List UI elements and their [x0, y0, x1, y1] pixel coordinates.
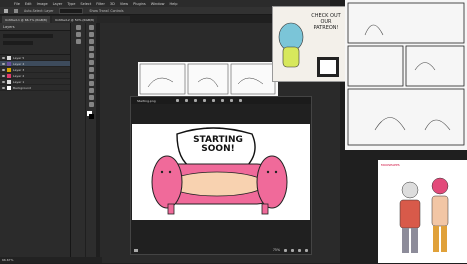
tools-panel — [86, 23, 96, 263]
brush-tool-icon[interactable] — [88, 60, 94, 65]
history-icon[interactable] — [75, 25, 81, 30]
delete-icon[interactable] — [212, 99, 215, 102]
zoom-tool-icon[interactable] — [88, 102, 94, 107]
character-sheet-label: MOOSEAPPS — [381, 163, 400, 167]
menu-image[interactable]: Image — [37, 2, 48, 6]
fullscreen-icon[interactable] — [305, 248, 308, 252]
character-design-image: MOOSEAPPS — [378, 160, 467, 263]
zoom-status: 66.67% — [2, 258, 14, 262]
type-tool-icon[interactable] — [88, 88, 94, 93]
tab-document-2[interactable]: Untitled-2 @ 50% (RGB/8) — [51, 16, 98, 23]
layer-select-dropdown[interactable] — [59, 7, 84, 14]
menu-3d[interactable]: 3D — [110, 2, 115, 6]
viewer-title: Starting.png — [137, 98, 156, 103]
patreon-promo-image: CHECK OUT OUR PATREON! — [272, 6, 346, 82]
zoom-level: 75% — [272, 248, 280, 252]
auto-select-option[interactable]: Auto-Select: Layer — [24, 9, 53, 13]
eye-icon[interactable] — [2, 68, 5, 71]
layer-thumbnail — [7, 67, 11, 72]
eyedropper-tool-icon[interactable] — [88, 53, 94, 58]
document-tabs: Untitled-1 @ 66.7% (RGB/8) Untitled-2 @ … — [0, 16, 130, 23]
layer-name: Layer 2 — [13, 73, 25, 78]
zoom-out-icon[interactable] — [284, 248, 287, 252]
tab-document-1[interactable]: Untitled-1 @ 66.7% (RGB/8) — [2, 16, 50, 23]
eye-icon[interactable] — [2, 80, 5, 83]
eye-icon[interactable] — [2, 62, 5, 65]
brush-settings-icon[interactable] — [75, 32, 81, 37]
lasso-tool-icon[interactable] — [88, 39, 94, 44]
rotate-icon[interactable] — [203, 99, 206, 102]
move-tool-icon[interactable] — [88, 25, 94, 30]
menu-filter[interactable]: Filter — [96, 2, 105, 6]
panel-icon-strip — [71, 23, 85, 263]
status-bar: 66.67% — [0, 257, 102, 263]
marquee-tool-icon[interactable] — [88, 32, 94, 37]
layer-thumbnail — [7, 61, 11, 66]
gradient-tool-icon[interactable] — [88, 74, 94, 79]
menu-view[interactable]: View — [120, 2, 128, 6]
starting-soon-image: STARTING SOON! — [132, 124, 310, 220]
more-options-icon[interactable] — [239, 99, 242, 102]
show-transform-option[interactable]: Show Transf. Controls — [89, 9, 123, 13]
layers-filter-area — [0, 34, 70, 55]
layer-name: Layer 4 — [13, 61, 25, 66]
eye-icon[interactable] — [2, 56, 5, 59]
menu-layer[interactable]: Layer — [53, 2, 63, 6]
comic-panels — [347, 2, 465, 146]
layer-name: Background — [13, 85, 31, 90]
viewer-toolbar — [176, 97, 242, 104]
menu-help[interactable]: Help — [170, 2, 178, 6]
layer-kind-filter[interactable] — [3, 34, 53, 38]
favorite-icon[interactable] — [194, 99, 197, 102]
image-viewer-window: Starting.png STARTING SOON! 75% — [130, 96, 312, 255]
home-icon[interactable] — [4, 8, 8, 13]
blend-mode-select[interactable] — [3, 41, 33, 45]
menu-edit[interactable]: Edit — [25, 2, 32, 6]
layer-thumbnail — [7, 55, 11, 60]
crop-icon[interactable] — [221, 99, 224, 102]
menu-file[interactable]: File — [14, 2, 20, 6]
layer-thumbnail — [7, 79, 11, 84]
menu-window[interactable]: Window — [151, 2, 165, 6]
background-color-swatch[interactable] — [89, 114, 94, 119]
zoom-in-icon[interactable] — [176, 99, 179, 102]
character-figures — [399, 177, 449, 253]
layer-row[interactable]: Background — [0, 85, 70, 91]
layer-name: Layer 1 — [13, 79, 25, 84]
edit-icon[interactable] — [230, 99, 233, 102]
hand-tool-icon[interactable] — [88, 95, 94, 100]
layers-panel: Layers Layer 5 Layer 4 Layer 3 Layer 2 L… — [0, 23, 71, 263]
layer-name: Layer 5 — [13, 55, 25, 60]
swatches-icon[interactable] — [75, 39, 81, 44]
crop-tool-icon[interactable] — [88, 46, 94, 51]
menu-plugins[interactable]: Plugins — [133, 2, 146, 6]
move-tool-icon[interactable] — [14, 8, 18, 13]
layer-thumbnail — [7, 85, 11, 90]
pen-tool-icon[interactable] — [88, 81, 94, 86]
eraser-tool-icon[interactable] — [88, 67, 94, 72]
menu-select[interactable]: Select — [80, 2, 91, 6]
fit-to-window-icon[interactable] — [298, 248, 301, 252]
patreon-text: CHECK OUT OUR PATREON! — [311, 13, 341, 31]
layer-name: Layer 3 — [13, 67, 25, 72]
menu-type[interactable]: Type — [67, 2, 75, 6]
zoom-out-icon[interactable] — [185, 99, 188, 102]
comic-page-reference — [345, 0, 467, 150]
layer-thumbnail — [7, 73, 11, 78]
speech-bubble-text: STARTING SOON! — [193, 135, 243, 154]
viewer-footer: 75% — [131, 246, 311, 254]
eye-icon[interactable] — [2, 74, 5, 77]
zoom-in-icon[interactable] — [291, 248, 294, 252]
eye-icon[interactable] — [2, 86, 5, 89]
slideshow-icon[interactable] — [134, 248, 138, 252]
layers-panel-title: Layers — [0, 23, 70, 31]
